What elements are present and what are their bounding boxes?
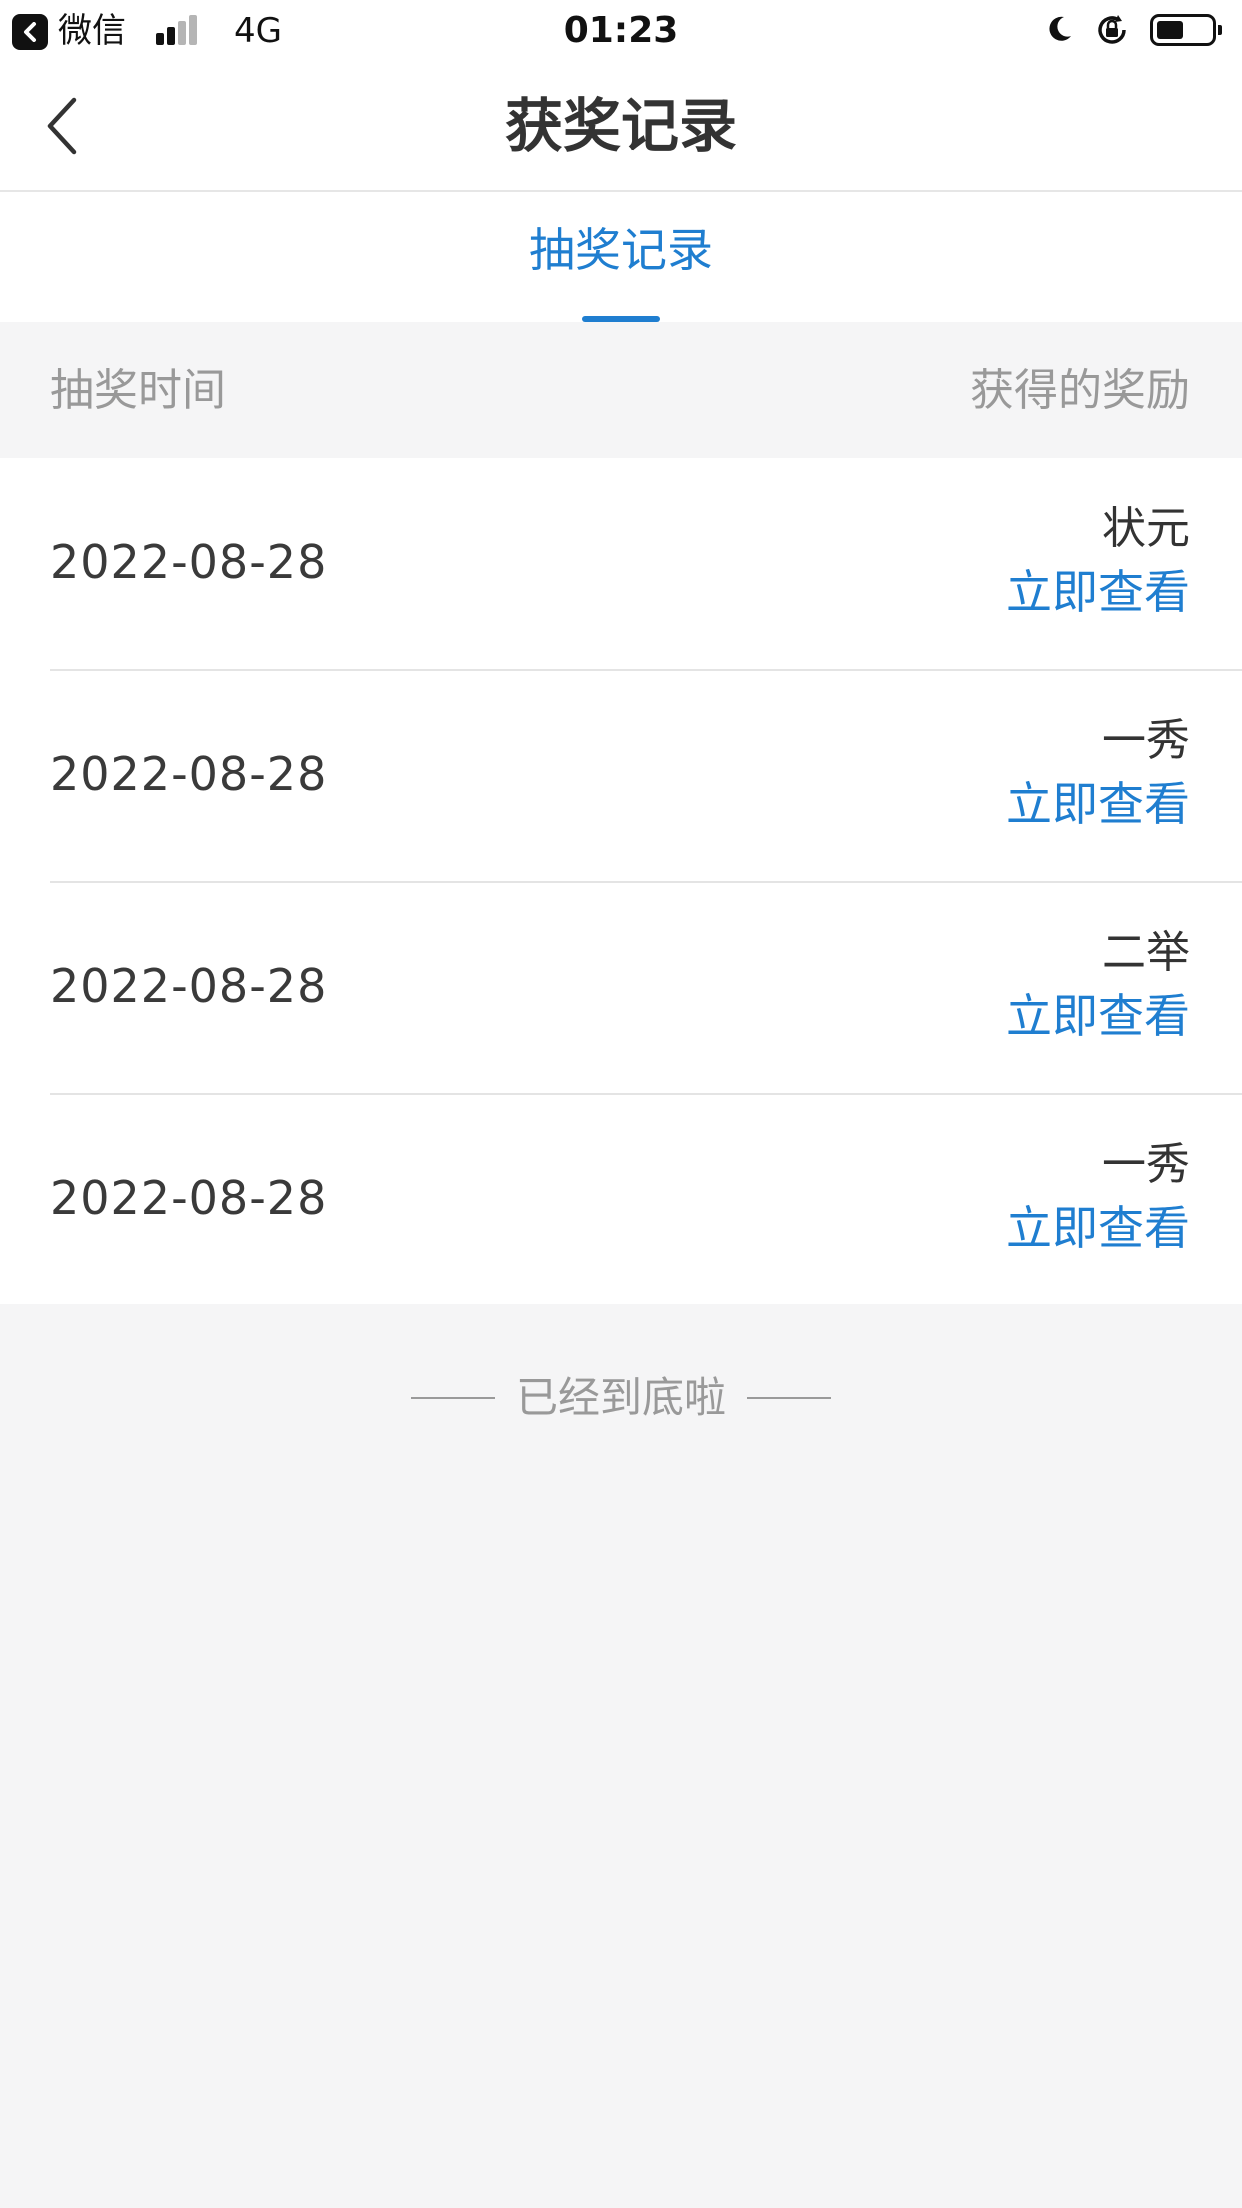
battery-icon (1150, 14, 1222, 46)
record-prize: 一秀 (1102, 715, 1190, 766)
moon-icon (1049, 16, 1071, 41)
tab-lottery-records[interactable]: 抽奖记录 (0, 222, 1242, 278)
list-item: 2022-08-28 一秀 立即查看 (0, 1094, 1242, 1306)
list-item: 2022-08-28 一秀 立即查看 (0, 670, 1242, 883)
record-date: 2022-08-28 (50, 1171, 328, 1225)
end-of-list-marker: 已经到底啦 (0, 1370, 1242, 1430)
record-prize: 状元 (1102, 503, 1190, 554)
record-prize: 二举 (1102, 927, 1190, 978)
navigation-bar: 获奖记录 (0, 62, 1242, 192)
list-item: 2022-08-28 二举 立即查看 (0, 882, 1242, 1095)
status-bar: 微信 4G 01:23 (0, 0, 1242, 62)
record-date: 2022-08-28 (50, 959, 328, 1013)
view-now-link[interactable]: 立即查看 (1006, 988, 1190, 1044)
record-date: 2022-08-28 (50, 747, 328, 801)
view-now-link[interactable]: 立即查看 (1006, 776, 1190, 832)
record-list: 2022-08-28 状元 立即查看 2022-08-28 一秀 立即查看 20… (0, 458, 1242, 1304)
divider-line-right (747, 1397, 832, 1399)
tab-bar: 抽奖记录 (0, 192, 1242, 322)
list-item: 2022-08-28 状元 立即查看 (0, 458, 1242, 671)
record-date: 2022-08-28 (50, 535, 328, 589)
view-now-link[interactable]: 立即查看 (1006, 1200, 1190, 1256)
page-title: 获奖记录 (504, 92, 737, 160)
column-header-time: 抽奖时间 (50, 365, 226, 416)
rotation-lock-icon (1098, 15, 1126, 44)
end-of-list-text: 已经到底啦 (515, 1373, 726, 1422)
column-header-row: 抽奖时间 获得的奖励 (0, 322, 1242, 458)
divider-line-left (410, 1397, 495, 1399)
column-header-reward: 获得的奖励 (970, 365, 1190, 416)
view-now-link[interactable]: 立即查看 (1006, 564, 1190, 620)
record-prize: 一秀 (1102, 1139, 1190, 1190)
